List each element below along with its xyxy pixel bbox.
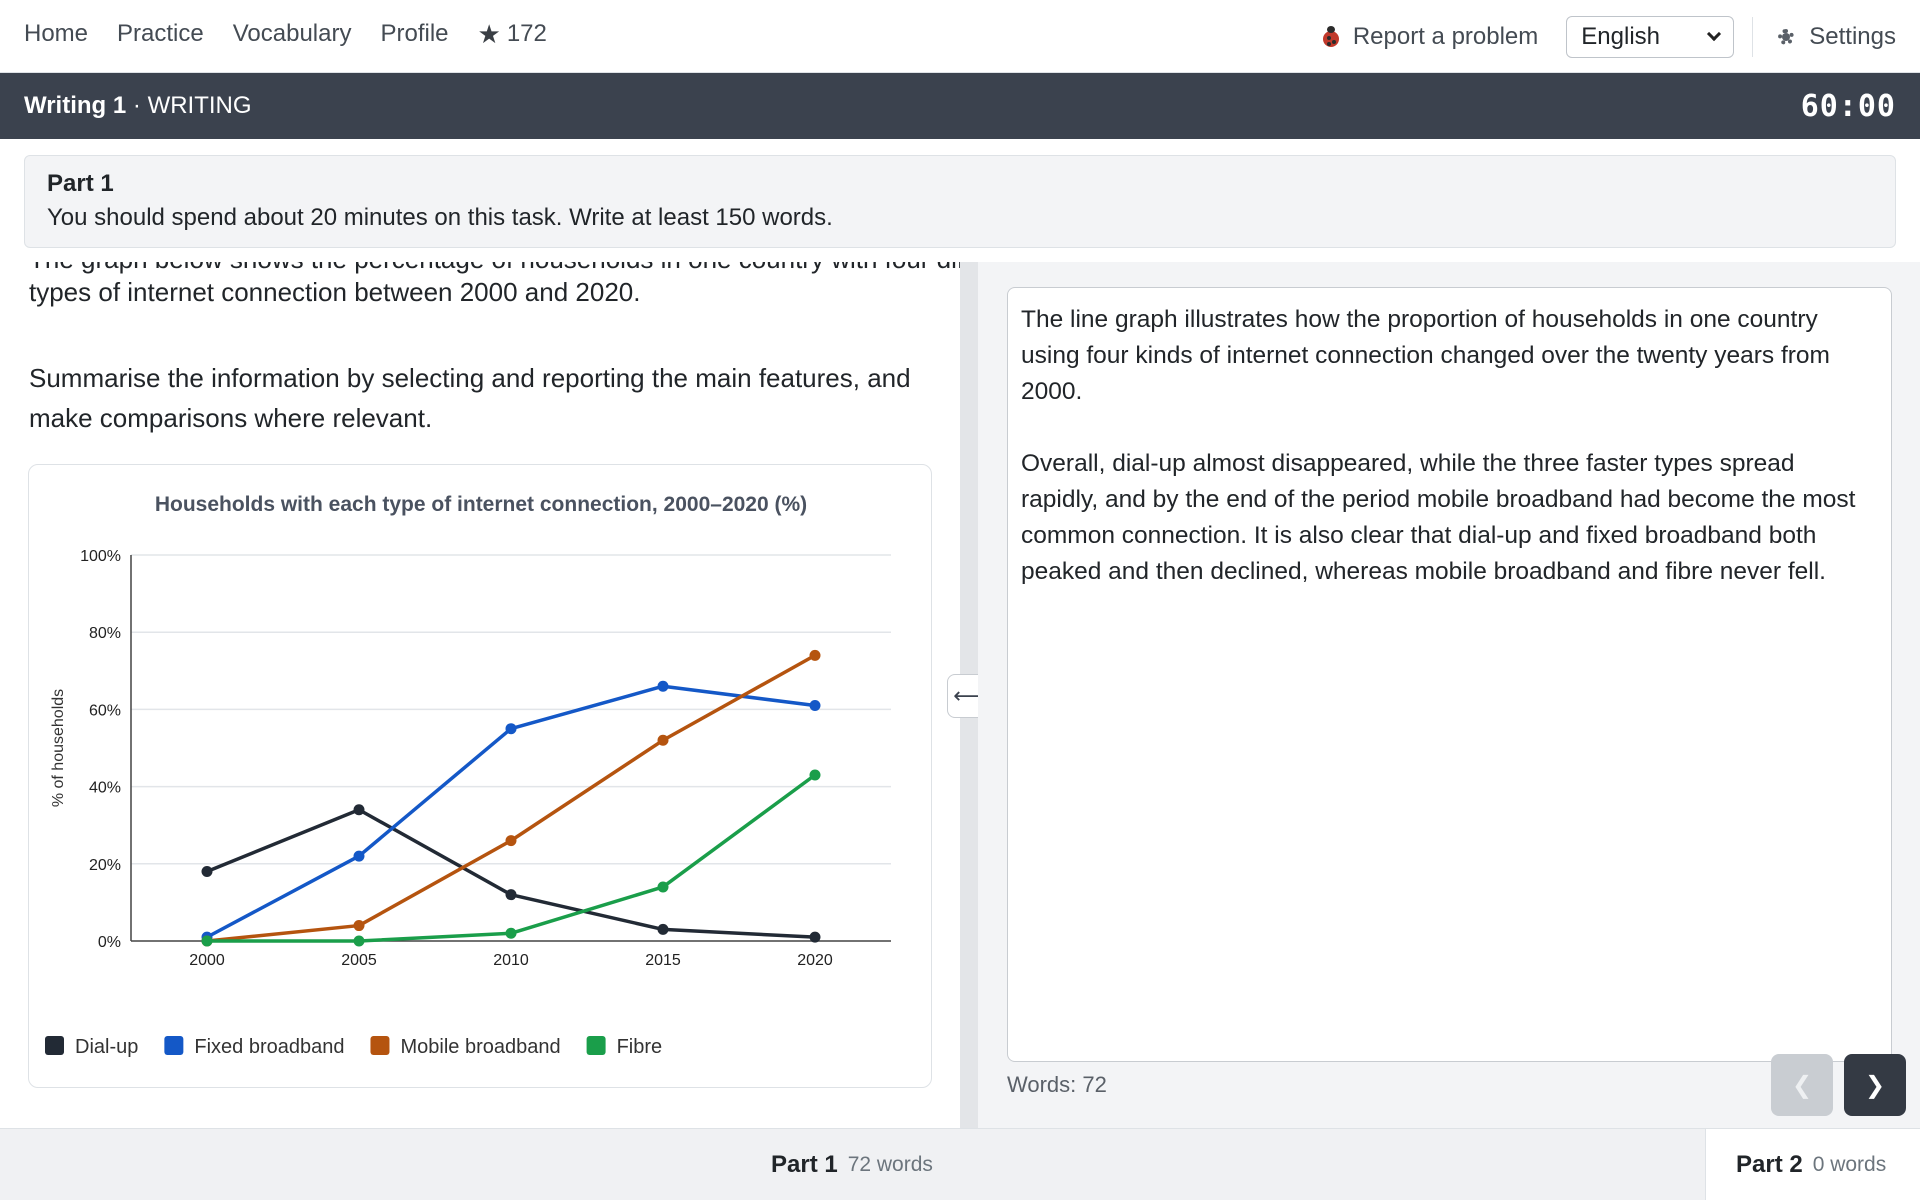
legend-label-fixed-broadband: Fixed broadband [194,1036,344,1058]
settings-link[interactable]: Settings [1775,23,1896,51]
y-tick-label: 100% [80,548,121,565]
top-navbar: Home Practice Vocabulary Profile ★ 172 R… [0,0,1920,73]
line-chart: Households with each type of internet co… [45,493,891,1058]
data-point-fibre [809,769,821,781]
chart-title: Households with each type of internet co… [155,493,807,516]
essay-textarea[interactable]: The line graph illustrates how the propo… [1007,287,1892,1062]
x-tick-label: 2005 [341,952,377,969]
nav-divider [1752,16,1754,57]
data-point-dial-up [505,889,517,901]
part-2-word-count: 0 words [1812,1153,1887,1176]
main-nav: Home Practice Vocabulary Profile ★ 172 [24,0,547,68]
data-point-fibre [201,935,213,947]
legend-swatch-mobile-broadband [370,1036,390,1055]
answer-panel: The line graph illustrates how the propo… [978,262,1920,1128]
data-point-fixed-broadband [505,723,517,735]
stars-count: 172 [506,20,547,47]
y-tick-label: 80% [89,625,121,642]
data-point-mobile-broadband [657,734,669,746]
nav-vocabulary-link[interactable]: Vocabulary [233,20,352,48]
language-select-value: English [1581,22,1660,50]
nav-practice-link[interactable]: Practice [117,20,204,48]
test-title-bar: Writing 1 · WRITING 60:00 [0,73,1920,139]
nav-profile-link[interactable]: Profile [380,20,448,48]
settings-label: Settings [1809,22,1896,50]
instruction-text: You should spend about 20 minutes on thi… [47,204,833,231]
essay-paragraph-1: The line graph illustrates how the propo… [1021,306,1830,405]
prompt-text: types of internet connection between 200… [29,277,641,307]
word-count: Words: 72 [1007,1072,1107,1097]
data-point-mobile-broadband [353,920,365,932]
data-point-fibre [657,881,669,893]
previous-button[interactable]: ❮ [1771,1054,1833,1116]
report-problem-label: Report a problem [1352,22,1539,50]
star-icon: ★ [477,18,501,49]
chevron-down-icon [1707,26,1722,41]
chart-y-axis-label: % of households [50,689,67,807]
legend-label-fibre: Fibre [617,1036,663,1058]
task-prompt-panel[interactable]: The graph below shows the percentage of … [0,262,960,1128]
x-tick-label: 2015 [645,952,681,969]
part-1-title: Part 1 [771,1151,838,1178]
data-point-fixed-broadband [809,700,821,712]
series-line-dial-up [206,808,816,939]
essay-paragraph-2: Overall, dial-up almost disappeared, whi… [1021,450,1856,585]
data-point-dial-up [657,923,669,935]
data-point-dial-up [201,866,213,878]
test-title: Writing 1 · WRITING [24,73,252,139]
test-name: Writing 1 [24,92,127,119]
report-problem-link[interactable]: Report a problem [1321,23,1538,51]
instruction-part-title: Part 1 [47,170,114,197]
bug-icon [1321,25,1341,48]
countdown-timer: 60:00 [1800,88,1896,124]
task-instructions: Part 1 You should spend about 20 minutes… [24,155,1896,248]
y-tick-label: 0% [98,934,121,951]
part-2-tab[interactable]: Part 2 0 words [1705,1129,1920,1200]
legend-swatch-fibre [586,1036,606,1055]
data-point-mobile-broadband [505,835,517,847]
part-1-word-count: 72 words [847,1153,933,1176]
x-tick-label: 2020 [797,952,833,969]
legend-label-dial-up: Dial-up [75,1036,138,1058]
part-2-title: Part 2 [1736,1151,1803,1178]
x-tick-label: 2010 [493,952,529,969]
nav-actions: Report a problem English Settings [1321,0,1896,73]
part-1-tab[interactable]: Part 1 72 words [771,1129,933,1200]
data-point-dial-up [353,804,365,816]
legend-swatch-fixed-broadband [164,1036,184,1055]
line-chart-card: Households with each type of internet co… [28,464,932,1088]
legend-swatch-dial-up [45,1036,64,1055]
parts-footer: Part 1 72 words Part 2 0 words [0,1128,1920,1200]
language-select[interactable]: English [1566,15,1735,58]
data-point-dial-up [809,931,821,943]
data-point-fibre [353,935,365,947]
prompt-summarise: Summarise the information by selecting a… [29,363,911,433]
y-tick-label: 20% [89,857,121,874]
data-point-fixed-broadband [353,850,365,862]
data-point-mobile-broadband [809,649,821,661]
data-point-fibre [505,927,517,939]
legend-label-mobile-broadband: Mobile broadband [400,1036,560,1058]
data-point-fixed-broadband [657,680,669,692]
next-button[interactable]: ❯ [1844,1054,1906,1116]
y-tick-label: 40% [89,780,121,797]
test-section: · WRITING [132,92,252,119]
series-line-fibre [207,773,817,943]
prompt-text-partial: The graph below shows the percentage of … [29,262,960,275]
x-tick-label: 2000 [189,952,225,969]
nav-home-link[interactable]: Home [24,20,88,48]
stars-counter[interactable]: ★ 172 [478,19,547,50]
gear-icon [1775,26,1797,48]
y-tick-label: 60% [89,702,121,719]
